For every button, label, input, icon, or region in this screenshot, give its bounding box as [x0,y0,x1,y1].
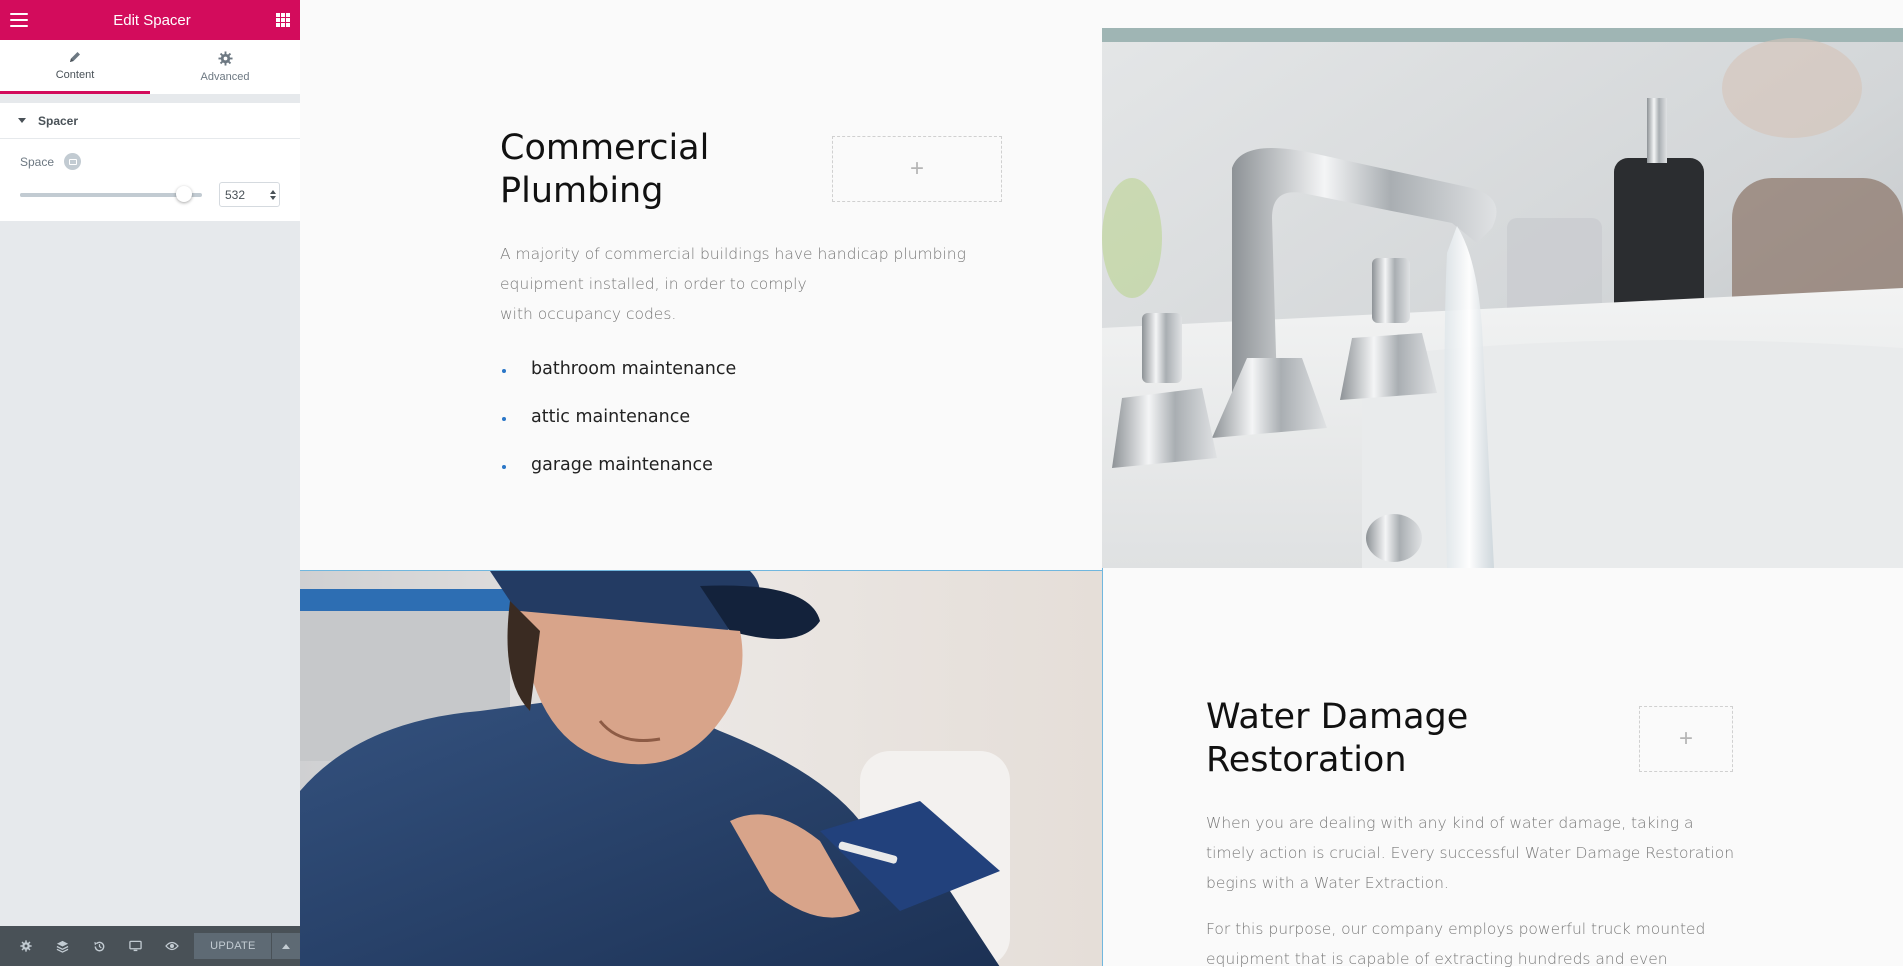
water-paragraph-line: begins with a Water Extraction. [1206,874,1449,892]
stepper-down-icon[interactable] [270,195,276,200]
list-item: bathroom maintenance [500,357,900,405]
water-paragraph-line: For this purpose, our company employs po… [1206,920,1706,938]
space-number-input[interactable]: 532 [219,182,280,207]
stepper-up-icon[interactable] [270,189,276,194]
feature-list: bathroom maintenance attic maintenance g… [500,357,900,501]
commercial-paragraph-line: equipment installed, in order to comply [500,275,807,293]
panel-tabs: Content Advanced [0,40,300,95]
water-damage-column[interactable]: Water Damage Restoration + When you are … [1102,568,1903,968]
panel-footer: UPDATE [0,926,300,966]
add-widget-placeholder[interactable]: + [1639,706,1733,772]
list-item: attic maintenance [500,405,900,453]
water-paragraph-line: When you are dealing with any kind of wa… [1206,814,1694,832]
list-item-label: attic maintenance [531,407,691,427]
space-control: Space 532 [0,139,300,221]
commercial-heading: Commercial Plumbing [500,128,710,211]
commercial-paragraph-line: with occupancy codes. [500,305,677,323]
tab-advanced[interactable]: Advanced [150,40,300,94]
gear-icon [217,51,233,66]
space-slider[interactable] [20,185,202,202]
commercial-paragraph-line: A majority of commercial buildings have … [500,245,966,263]
faucet-photo [1102,28,1903,568]
tab-content-label: Content [55,69,95,81]
tab-advanced-label: Advanced [200,71,250,83]
slider-handle[interactable] [176,185,192,202]
update-options-button[interactable] [272,933,300,959]
commercial-plumbing-column[interactable]: Commercial Plumbing + A majority of comm… [300,0,1102,570]
responsive-mode-icon[interactable] [117,926,153,966]
space-label: Space [20,154,55,169]
page-canvas: Commercial Plumbing + A majority of comm… [300,0,1903,968]
list-item-label: garage maintenance [531,455,713,475]
water-paragraph-1: When you are dealing with any kind of wa… [1206,808,1766,898]
list-item-label: bathroom maintenance [531,359,737,379]
list-item: garage maintenance [500,453,900,501]
widgets-grid-icon[interactable] [275,13,290,27]
water-paragraph-line: equipment that is capable of extracting … [1206,950,1668,968]
hamburger-menu-icon[interactable] [10,13,28,27]
settings-icon[interactable] [8,926,44,966]
slider-fill [20,192,184,197]
panel-title: Edit Spacer [113,11,191,29]
tab-content[interactable]: Content [0,40,150,94]
caret-down-icon [18,118,26,123]
water-heading: Water Damage Restoration [1206,697,1469,780]
bullet-icon [502,417,506,421]
plus-icon: + [1678,725,1693,752]
responsive-desktop-icon[interactable] [64,153,82,170]
bullet-icon [502,465,506,469]
navigator-layers-icon[interactable] [44,926,80,966]
number-stepper[interactable] [270,189,276,200]
editor-panel: Edit Spacer Content Advanced Spacer Spac… [0,0,300,966]
update-button[interactable]: UPDATE [194,933,272,959]
space-value: 532 [225,187,246,202]
plumber-illustration [300,571,1102,966]
add-widget-placeholder[interactable]: + [832,136,1002,202]
commercial-paragraph: A majority of commercial buildings have … [500,239,1020,329]
plus-icon: + [909,155,924,182]
bullet-icon [502,369,506,373]
section-title: Spacer [38,113,79,128]
panel-header: Edit Spacer [0,0,300,40]
caret-up-icon [282,943,291,949]
history-icon[interactable] [81,926,117,966]
plumber-photo [300,570,1102,966]
water-paragraph-2: For this purpose, our company employs po… [1206,914,1766,974]
water-paragraph-line: timely action is crucial. Every successf… [1206,844,1735,862]
faucet-illustration [1102,28,1903,568]
pencil-icon [70,52,80,62]
section-toggle-spacer[interactable]: Spacer [0,103,300,139]
preview-eye-icon[interactable] [154,926,190,966]
